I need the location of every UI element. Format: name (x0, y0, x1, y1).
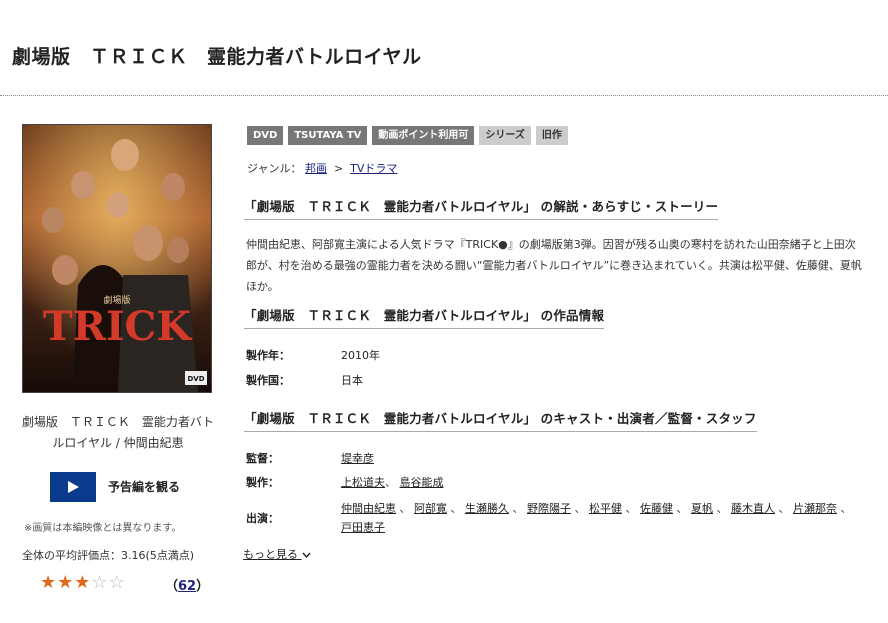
average-rating: 全体の平均評価点：3.16(5点満点) (22, 549, 195, 562)
producer-link[interactable]: 上松道夫 (341, 476, 385, 489)
cast-link[interactable]: 松平健 (589, 502, 622, 515)
cast-link[interactable]: 佐藤健 (640, 502, 673, 515)
star-filled-icon: ★ (57, 572, 74, 593)
rating-stars: ★ ★ ★ ☆ ☆ (40, 573, 125, 593)
info-year-row: 製作年： 2010年 (246, 347, 380, 363)
trailer-label[interactable]: 予告編を観る (108, 478, 180, 495)
producer-row: 製作： 上松道夫、 島谷能成 (246, 476, 444, 489)
cast-list: 仲間由紀恵 、 阿部寛 、 生瀬勝久 、 野際陽子 、 松平健 、 佐藤健 、 … (341, 502, 852, 534)
cast-heading: 「劇場版 ＴＲＩＣＫ 霊能力者バトルロイヤル」 のキャスト・出演者／監督・スタッ… (244, 408, 757, 432)
cast-link[interactable]: 夏帆 (691, 502, 713, 515)
country-label: 製作国： (246, 374, 290, 387)
star-filled-icon: ★ (40, 572, 57, 593)
director-row: 監督： 堤幸彦 (246, 450, 374, 466)
page-title: 劇場版 ＴＲＩＣＫ 霊能力者バトルロイヤル (12, 46, 422, 68)
star-empty-icon: ☆ (108, 572, 125, 593)
tag-old: 旧作 (535, 126, 568, 145)
show-more-link[interactable]: もっと見る (243, 546, 311, 562)
cast-link[interactable]: 仲間由紀恵 (341, 502, 396, 515)
cast-link[interactable]: 藤木直人 (731, 502, 775, 515)
quality-note: ※画質は本編映像とは異なります。 (24, 523, 182, 534)
story-text: 仲間由紀恵、阿部寛主演による人気ドラマ『TRICK●』の劇場版第3弾。因習が残る… (246, 238, 862, 293)
genre-link-hogaku[interactable]: 邦画 (305, 162, 327, 175)
divider (0, 95, 888, 96)
country-value: 日本 (341, 374, 363, 387)
director-label: 監督： (246, 452, 279, 465)
genre-link-tvdrama[interactable]: TVドラマ (350, 162, 397, 175)
tag-point: 動画ポイント利用可 (372, 126, 475, 145)
poster-logo-text: 劇場版 (103, 294, 130, 306)
producer-label: 製作： (246, 476, 279, 489)
cast-link[interactable]: 野際陽子 (527, 502, 571, 515)
play-trailer-button[interactable] (50, 472, 96, 502)
tag-tsutaya-tv: TSUTAYA TV (288, 126, 368, 145)
cast-label: 出演： (246, 512, 279, 525)
cast-link[interactable]: 片瀬那奈 (793, 502, 837, 515)
info-heading: 「劇場版 ＴＲＩＣＫ 霊能力者バトルロイヤル」 の作品情報 (244, 305, 605, 329)
story-heading: 「劇場版 ＴＲＩＣＫ 霊能力者バトルロイヤル」 の解説・あらすじ・ストーリー (244, 196, 719, 220)
tag-list: DVD TSUTAYA TV 動画ポイント利用可 シリーズ 旧作 (247, 126, 568, 145)
poster-image[interactable]: TRICK 劇場版 DVD (22, 124, 212, 393)
genre-breadcrumb: ジャンル： 邦画 > TVドラマ (247, 160, 397, 176)
poster-dvd-mark: DVD (187, 375, 204, 383)
title-caption: 劇場版 ＴＲＩＣＫ 霊能力者バトルロイヤル / 仲間由紀恵 (21, 415, 215, 450)
producer-link[interactable]: 島谷能成 (400, 476, 444, 489)
cast-link[interactable]: 生瀬勝久 (465, 502, 509, 515)
play-icon (68, 481, 79, 493)
info-country-row: 製作国： 日本 (246, 372, 363, 388)
review-count-link[interactable]: （62） (165, 575, 209, 594)
genre-separator: > (333, 162, 344, 175)
poster-title-text: TRICK (43, 303, 193, 350)
genre-label: ジャンル： (247, 162, 302, 175)
director-link[interactable]: 堤幸彦 (341, 452, 374, 465)
tag-series: シリーズ (479, 126, 531, 145)
tag-dvd: DVD (247, 126, 284, 145)
year-label: 製作年： (246, 349, 290, 362)
star-empty-icon: ☆ (91, 572, 108, 593)
star-filled-icon: ★ (74, 572, 91, 593)
cast-link[interactable]: 戸田恵子 (341, 521, 385, 534)
cast-link[interactable]: 阿部寛 (414, 502, 447, 515)
year-value: 2010年 (341, 349, 380, 362)
chevron-down-icon (301, 552, 311, 559)
